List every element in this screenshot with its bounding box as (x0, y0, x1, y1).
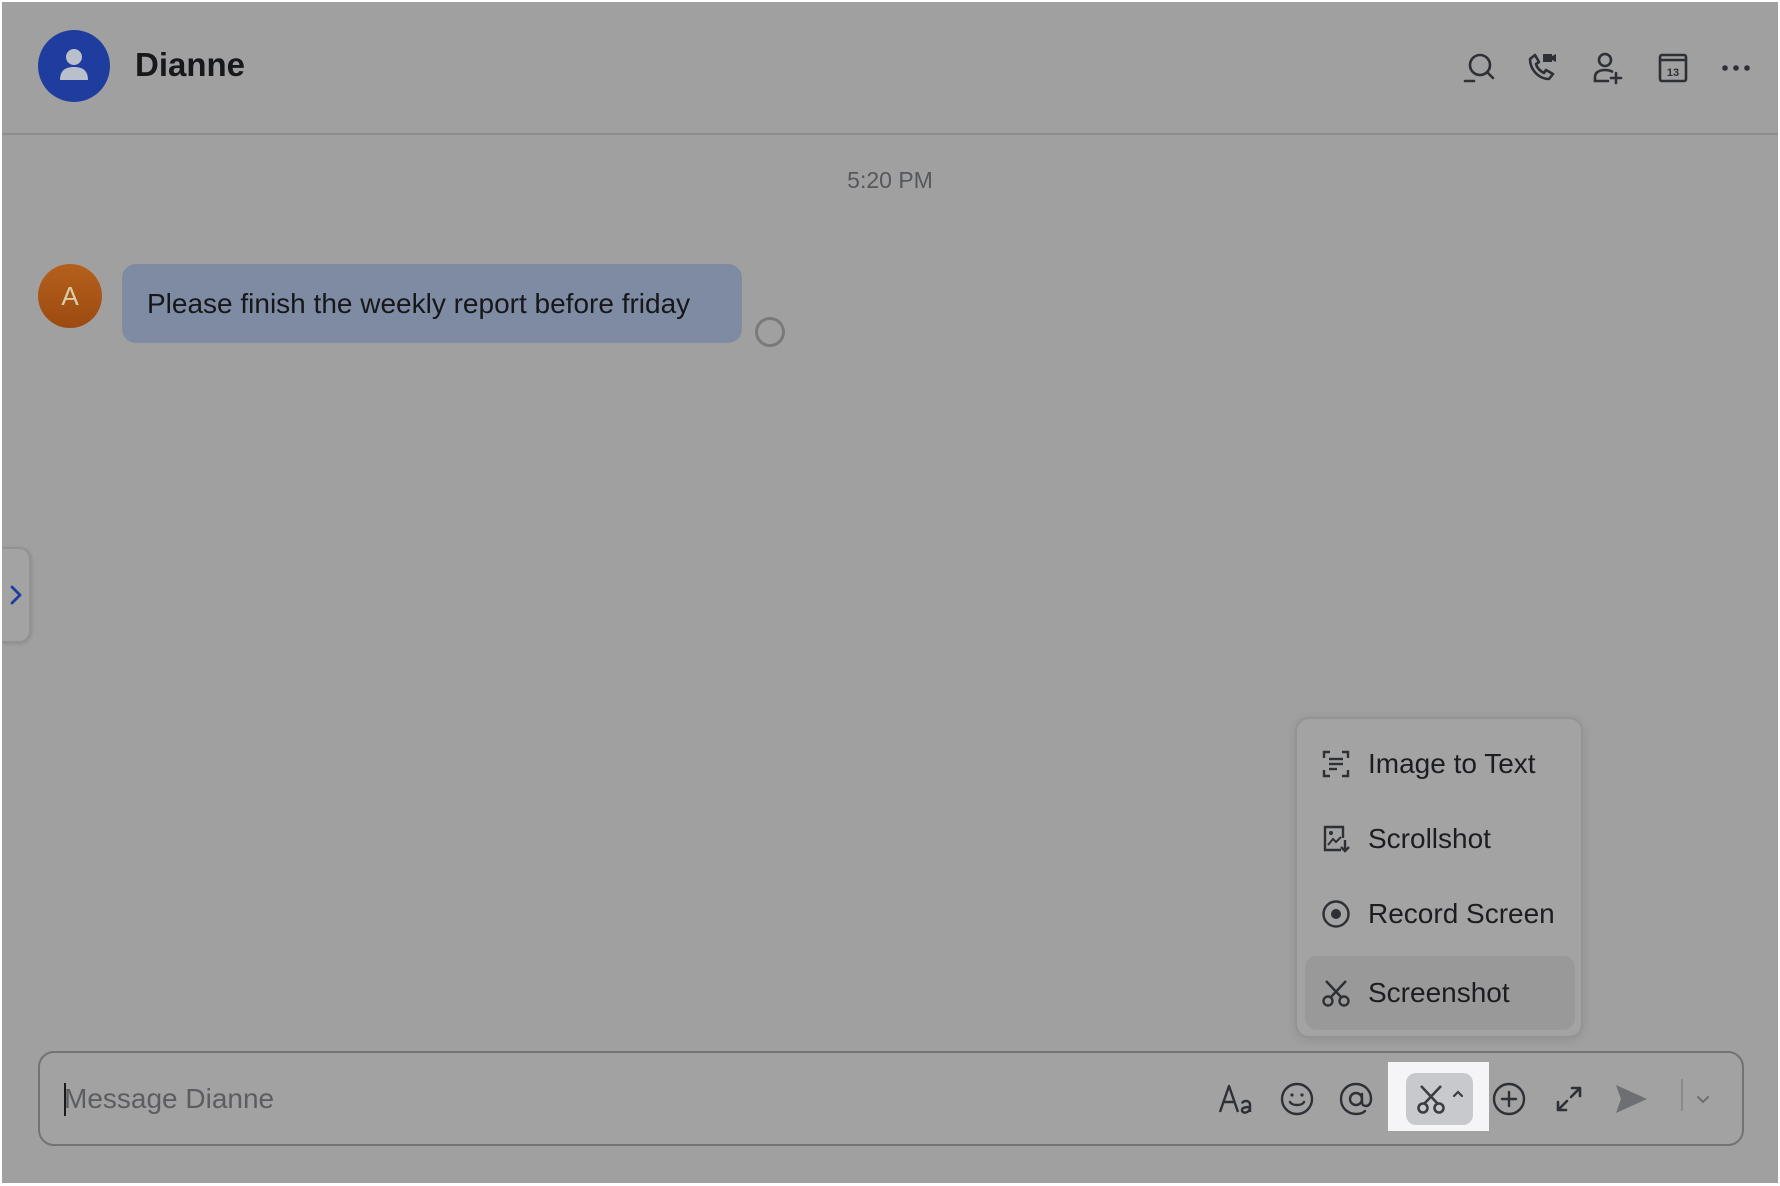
contact-avatar[interactable] (38, 30, 110, 102)
more-icon (1722, 65, 1750, 71)
menu-item-image-to-text[interactable]: Image to Text (1305, 727, 1575, 801)
screenshot-button[interactable] (1406, 1073, 1473, 1125)
expand-button[interactable] (1544, 1067, 1594, 1131)
add-user-icon (1593, 52, 1623, 85)
chat-header: Dianne 13 (2, 2, 1778, 135)
chat-window: Dianne 13 5:20 PM A Please finish the we… (2, 2, 1778, 1183)
emoji-icon (1280, 1082, 1314, 1116)
menu-item-label: Image to Text (1368, 748, 1536, 779)
search-icon (1463, 53, 1495, 83)
person-icon (60, 49, 88, 80)
image-to-text-icon (1322, 750, 1350, 778)
chevron-down-icon (1697, 1096, 1709, 1104)
plus-circle-icon (1492, 1082, 1526, 1116)
unread-status-icon[interactable] (755, 317, 785, 347)
message-composer (38, 1051, 1744, 1146)
expand-icon (1556, 1086, 1582, 1112)
send-button[interactable] (1606, 1067, 1656, 1131)
mention-button[interactable] (1331, 1067, 1381, 1131)
send-divider (1681, 1079, 1683, 1111)
format-button[interactable] (1212, 1067, 1262, 1131)
at-icon (1339, 1082, 1373, 1116)
text-format-icon (1218, 1084, 1252, 1114)
menu-item-screenshot[interactable]: Screenshot (1305, 956, 1575, 1030)
scissors-icon (1416, 1085, 1445, 1114)
call-button[interactable] (1522, 48, 1562, 88)
search-chat-button[interactable] (1459, 48, 1499, 88)
capture-menu: Image to Text Scrollshot Record Screen S… (1295, 717, 1583, 1038)
menu-item-label: Record Screen (1368, 898, 1555, 929)
chevron-up-icon (1452, 1090, 1463, 1098)
message-bubble[interactable]: Please finish the weekly report before f… (122, 264, 742, 343)
sender-avatar[interactable]: A (38, 264, 102, 328)
menu-item-scrollshot[interactable]: Scrollshot (1305, 802, 1575, 876)
send-icon (1616, 1085, 1647, 1113)
menu-item-label: Screenshot (1368, 977, 1510, 1008)
chevron-right-icon (10, 585, 21, 605)
calendar-day: 13 (1667, 67, 1679, 79)
screenshot-button-highlight (1388, 1062, 1489, 1131)
emoji-button[interactable] (1272, 1067, 1322, 1131)
phone-video-icon (1528, 53, 1556, 81)
scissors-icon (1322, 980, 1350, 1007)
message-input[interactable] (64, 1073, 1164, 1125)
menu-item-record-screen[interactable]: Record Screen (1305, 877, 1575, 951)
chat-title[interactable]: Dianne (135, 46, 245, 84)
add-member-button[interactable] (1588, 48, 1628, 88)
scrollshot-icon (1323, 825, 1350, 853)
menu-item-label: Scrollshot (1368, 823, 1491, 854)
message-timestamp: 5:20 PM (847, 167, 933, 193)
send-options-button[interactable] (1688, 1067, 1718, 1131)
record-icon (1322, 900, 1350, 928)
more-attachments-button[interactable] (1484, 1067, 1534, 1131)
calendar-button[interactable]: 13 (1653, 48, 1693, 88)
text-caret (64, 1083, 66, 1116)
more-button[interactable] (1716, 48, 1756, 88)
expand-sidebar-tab[interactable] (2, 547, 31, 643)
calendar-icon: 13 (1658, 53, 1688, 83)
